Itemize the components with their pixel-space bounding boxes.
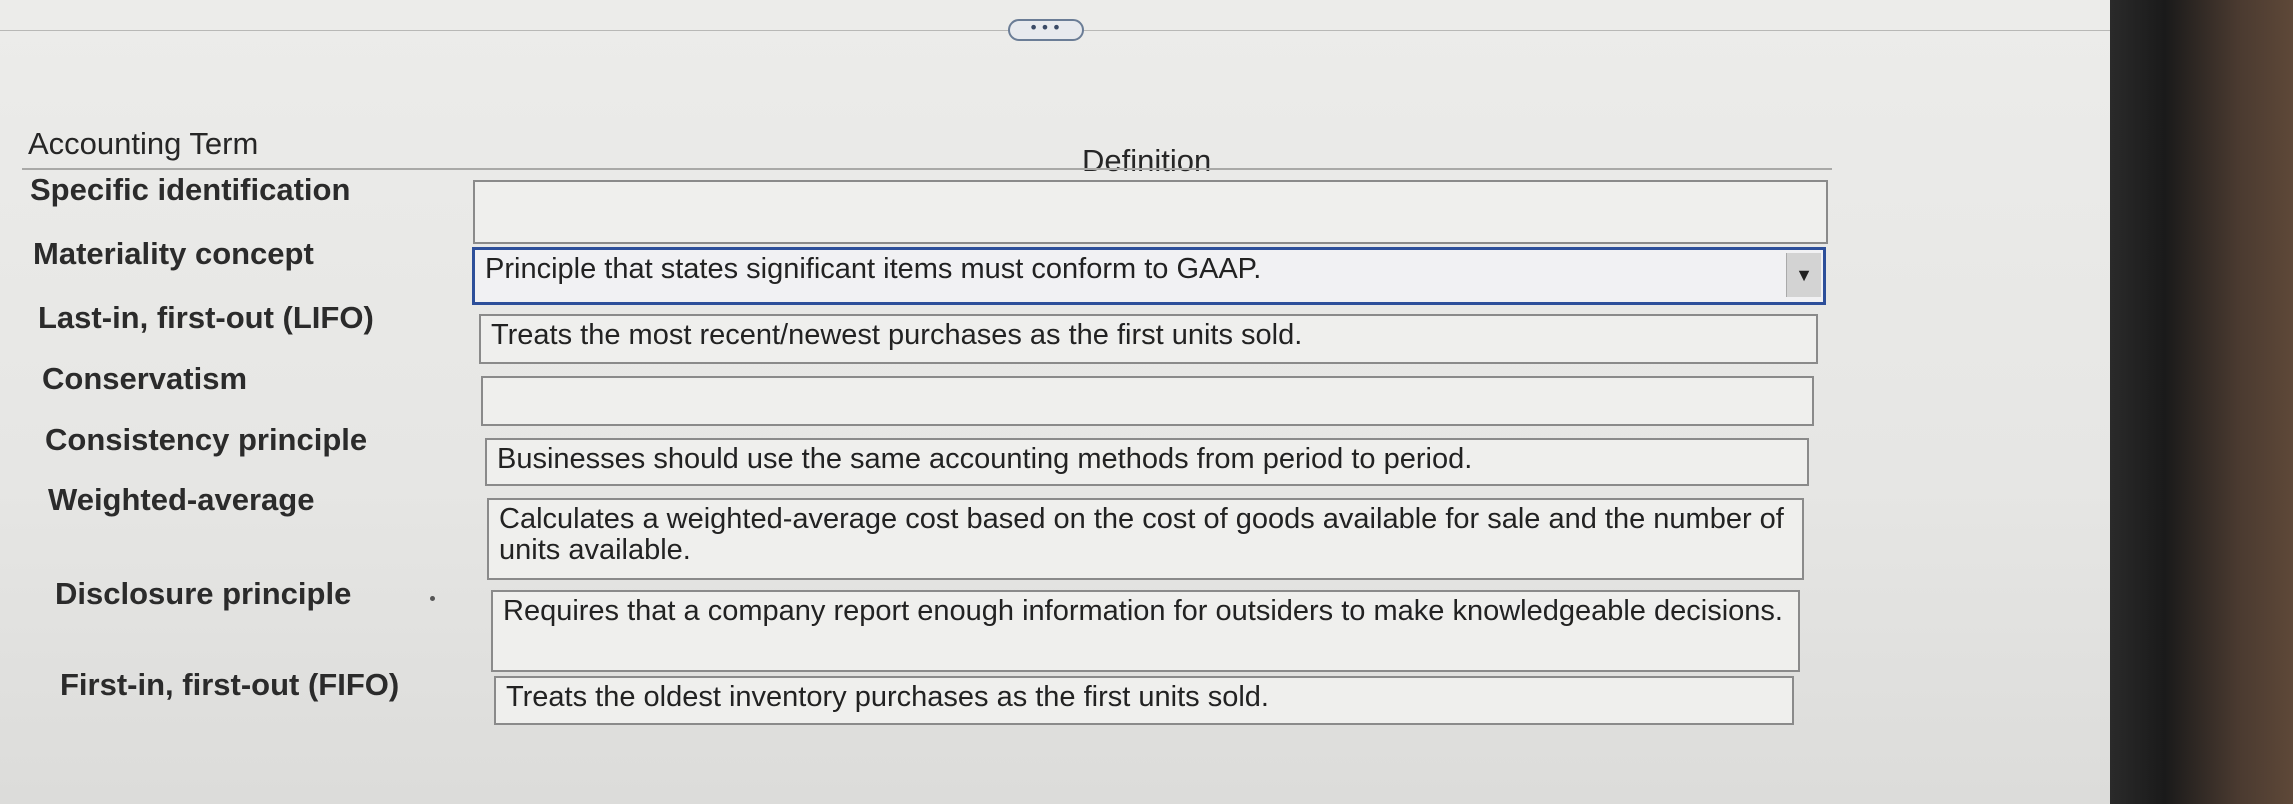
- definition-select-value: Principle that states significant items …: [485, 253, 1262, 285]
- definition-select[interactable]: [473, 180, 1828, 244]
- definition-select[interactable]: [481, 376, 1814, 426]
- term-label: Conservatism: [42, 361, 248, 396]
- term-label: Disclosure principle: [55, 576, 352, 611]
- definition-select[interactable]: Calculates a weighted-average cost based…: [487, 498, 1804, 580]
- definition-select[interactable]: Treats the oldest inventory purchases as…: [494, 676, 1794, 725]
- term-label: Consistency principle: [45, 422, 368, 457]
- monitor-bezel: [2110, 0, 2293, 804]
- header-accounting-term: Accounting Term: [28, 126, 259, 161]
- term-label: Last-in, first-out (LIFO): [38, 300, 374, 335]
- header-rule: [22, 168, 1832, 170]
- definition-select[interactable]: Businesses should use the same accountin…: [485, 438, 1809, 486]
- definition-select[interactable]: Treats the most recent/newest purchases …: [479, 314, 1818, 364]
- definition-select[interactable]: Requires that a company report enough in…: [491, 590, 1800, 672]
- term-label: Specific identification: [30, 172, 351, 207]
- screen-speck: [430, 596, 435, 601]
- term-label: Weighted-average: [48, 482, 315, 517]
- expand-handle[interactable]: •••: [1008, 19, 1084, 41]
- term-label: First-in, first-out (FIFO): [60, 667, 400, 702]
- screen: ••• Accounting Term Definition Specific …: [0, 0, 2160, 804]
- term-label: Materiality concept: [33, 236, 314, 271]
- header-definition: Definition: [1082, 143, 1212, 178]
- definition-select[interactable]: Principle that states significant items …: [472, 247, 1826, 305]
- caret-down-icon[interactable]: ▼: [1786, 253, 1821, 297]
